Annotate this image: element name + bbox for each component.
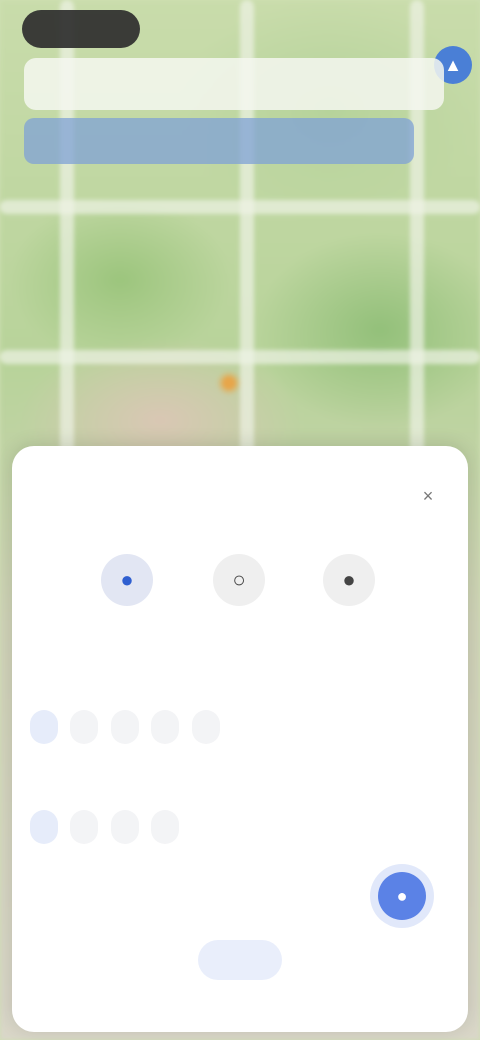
close-icon: × — [422, 485, 434, 506]
chip[interactable] — [151, 710, 180, 744]
layers-icon: ▲ — [444, 54, 462, 75]
close-button[interactable]: × — [414, 482, 442, 510]
chip[interactable] — [30, 710, 58, 744]
top-status-pill[interactable] — [22, 10, 140, 48]
transport-modes: ● ○ ● — [82, 546, 402, 646]
chip[interactable] — [70, 810, 99, 844]
chip[interactable] — [30, 810, 58, 844]
chip[interactable] — [191, 710, 220, 744]
location-pin-icon[interactable] — [222, 376, 236, 390]
route-bar[interactable] — [24, 118, 414, 164]
chip[interactable] — [70, 710, 99, 744]
mode-icon: ○ — [213, 554, 265, 606]
mode-option-3[interactable]: ● — [304, 546, 394, 638]
route-card[interactable] — [24, 58, 444, 110]
toggle-switch[interactable]: ● — [378, 872, 426, 920]
section-1-chips — [30, 710, 470, 750]
chip[interactable] — [110, 810, 139, 844]
mode-option-2[interactable]: ○ — [194, 546, 284, 638]
chip[interactable] — [110, 710, 139, 744]
mode-option-1[interactable]: ● — [82, 546, 172, 638]
done-button[interactable] — [198, 940, 282, 980]
options-sheet: × ● ○ ● ● — [12, 446, 468, 1032]
mode-icon: ● — [101, 554, 153, 606]
toggle-icon: ● — [396, 885, 408, 906]
section-2-chips — [30, 810, 470, 850]
mode-icon: ● — [323, 554, 375, 606]
chip[interactable] — [151, 810, 180, 844]
